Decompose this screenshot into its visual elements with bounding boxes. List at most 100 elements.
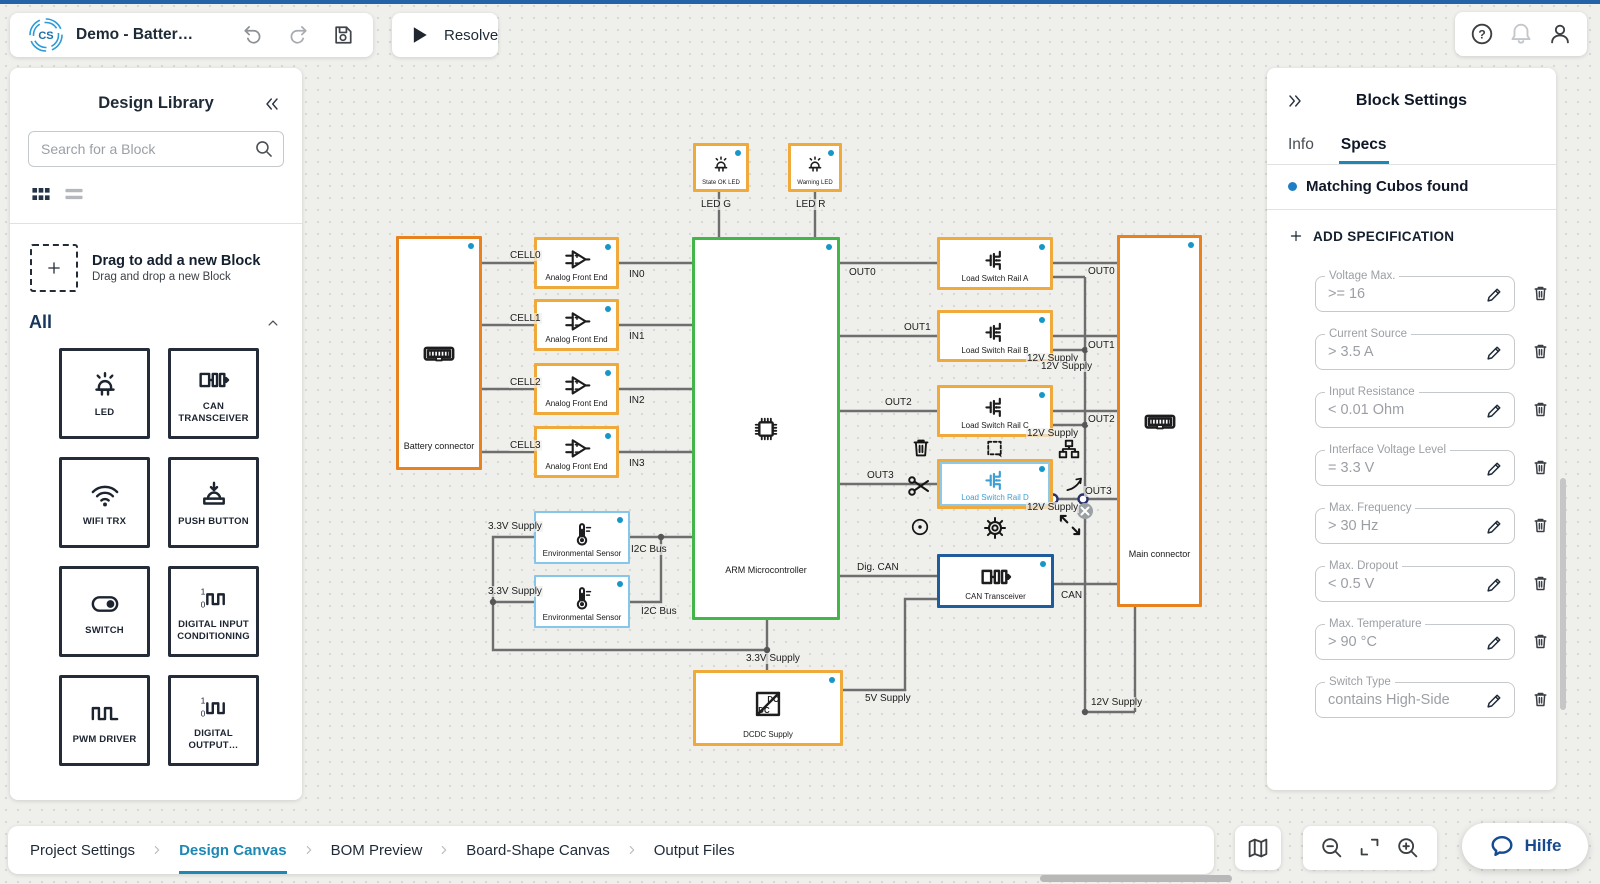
spec-field[interactable]: Max. Dropout< 0.5 V [1315,566,1515,602]
zoom-in-icon[interactable] [1395,835,1421,861]
edit-pencil-icon[interactable] [1484,342,1505,363]
workflow-tab-design-canvas[interactable]: Design Canvas [179,826,287,874]
search-input[interactable] [28,131,284,167]
edit-pencil-icon[interactable] [1484,458,1505,479]
library-block-pwm-driver[interactable]: PWM DRIVER [59,675,150,766]
spec-row-input-resistance: Input Resistance< 0.01 Ohm [1315,392,1556,428]
can-icon [979,560,1013,594]
workflow-tab-board-shape-canvas[interactable]: Board-Shape Canvas [466,826,609,874]
library-block-digital-input-conditioning[interactable]: 10DIGITAL INPUT CONDITIONING [168,566,259,657]
delete-spec-icon[interactable] [1530,399,1551,420]
canvas-block-dcdc-supply[interactable]: DCDCDCDC Supply [693,670,843,746]
delete-icon[interactable] [908,435,934,461]
fit-screen-icon[interactable] [1357,835,1383,861]
status-dot-icon [1039,244,1045,250]
edit-pencil-icon[interactable] [1484,284,1505,305]
account-icon[interactable] [1547,21,1573,47]
spec-field[interactable]: Current Source> 3.5 A [1315,334,1515,370]
app-logo[interactable]: CS [28,17,64,53]
rotate-icon[interactable] [908,515,932,539]
resize-icon[interactable] [1055,510,1085,540]
edit-pencil-icon[interactable] [1484,400,1505,421]
spec-field[interactable]: Switch Typecontains High-Side [1315,682,1515,718]
zoom-out-icon[interactable] [1319,835,1345,861]
digital-out-icon: 10 [197,690,231,724]
edit-pencil-icon[interactable] [1484,632,1505,653]
zoom-toolbar [1303,826,1437,870]
net-label-in1: IN1 [628,331,646,342]
collapse-panel-icon[interactable] [262,94,282,114]
delete-spec-icon[interactable] [1530,515,1551,536]
library-block-wifi-trx[interactable]: WIFI TRX [59,457,150,548]
cut-icon[interactable] [905,472,933,500]
vertical-scrollbar[interactable] [1560,478,1566,710]
spec-row-voltage-max: Voltage Max.>= 16 [1315,276,1556,312]
drag-add-title: Drag to add a new Block [92,253,260,269]
grid-view-icon[interactable] [29,182,53,206]
list-view-icon[interactable] [62,182,86,206]
project-title: Demo - Batter… [76,26,193,44]
spec-value: >= 16 [1328,286,1365,302]
delete-spec-icon[interactable] [1530,341,1551,362]
delete-spec-icon[interactable] [1530,689,1551,710]
tab-specs[interactable]: Specs [1341,126,1387,164]
spec-field[interactable]: Max. Frequency> 30 Hz [1315,508,1515,544]
horizontal-scrollbar[interactable] [1040,875,1232,882]
notifications-icon[interactable] [1508,21,1534,47]
save-icon[interactable] [331,23,355,47]
canvas-block-load-switch-rail-a[interactable]: Load Switch Rail A [937,237,1053,290]
canvas-block-environmental-sensor[interactable]: Environmental Sensor [534,575,630,628]
svg-text:?: ? [1479,27,1486,41]
chevron-up-icon[interactable] [264,314,282,332]
canvas-block-analog-front-end[interactable]: Analog Front End [534,237,619,289]
connector-icon [1142,403,1178,439]
library-block-push-button[interactable]: PUSH BUTTON [168,457,259,548]
canvas-block-analog-front-end[interactable]: Analog Front End [534,426,619,478]
spec-field[interactable]: Max. Temperature> 90 °C [1315,624,1515,660]
net-label-out2: OUT2 [1087,414,1116,425]
spec-field[interactable]: Input Resistance< 0.01 Ohm [1315,392,1515,428]
library-block-digital-output[interactable]: 10DIGITAL OUTPUT… [168,675,259,766]
workflow-tab-bom-preview[interactable]: BOM Preview [331,826,423,874]
drag-add-block[interactable]: Drag to add a new Block Drag and drop a … [10,224,302,292]
duplicate-icon[interactable] [982,436,1007,461]
tab-info[interactable]: Info [1288,126,1314,164]
help-icon[interactable]: ? [1469,21,1495,47]
resolve-button[interactable]: Resolve [392,13,498,57]
canvas-block-can-transceiver[interactable]: CAN Transceiver [937,554,1054,608]
edit-pencil-icon[interactable] [1484,516,1505,537]
workflow-tab-output-files[interactable]: Output Files [654,826,735,874]
group-icon[interactable] [1056,436,1082,462]
net-label-cell2: CELL2 [509,377,542,388]
canvas-block-warning-led[interactable]: Warning LED [788,143,842,192]
delete-spec-icon[interactable] [1530,283,1551,304]
canvas-block-environmental-sensor[interactable]: Environmental Sensor [534,511,630,564]
canvas-block-arm-microcontroller[interactable]: ARM Microcontroller [692,237,840,620]
delete-spec-icon[interactable] [1530,457,1551,478]
redo-icon[interactable] [286,23,310,47]
undo-icon[interactable] [241,23,265,47]
library-block-led[interactable]: LED [59,348,150,439]
canvas-block-analog-front-end[interactable]: Analog Front End [534,299,619,351]
delete-spec-icon[interactable] [1530,573,1551,594]
spec-row-switch-type: Switch Typecontains High-Side [1315,682,1556,718]
net-label-i2c-bus: I2C Bus [630,544,668,555]
library-block-switch[interactable]: SWITCH [59,566,150,657]
spec-field[interactable]: Interface Voltage Level= 3.3 V [1315,450,1515,486]
edit-pencil-icon[interactable] [1484,574,1505,595]
connect-icon[interactable] [1063,473,1087,497]
help-chat-button[interactable]: Hilfe [1462,823,1588,869]
library-block-can-transceiver[interactable]: CAN TRANSCEIVER [168,348,259,439]
canvas-block-main-connector[interactable]: Main connector [1117,235,1202,607]
minimap-button[interactable] [1235,826,1281,870]
canvas-block-analog-front-end[interactable]: Analog Front End [534,363,619,415]
canvas-block-state-ok-led[interactable]: State OK LED [693,143,749,192]
delete-spec-icon[interactable] [1530,631,1551,652]
canvas-block-battery-connector[interactable]: Battery connector [396,236,482,470]
edit-pencil-icon[interactable] [1484,690,1505,711]
add-specification-button[interactable]: ADD SPECIFICATION [1288,228,1454,244]
chip-icon [749,412,783,446]
spec-field[interactable]: Voltage Max.>= 16 [1315,276,1515,312]
settings-icon[interactable] [981,514,1009,542]
workflow-tab-project-settings[interactable]: Project Settings [30,826,135,874]
